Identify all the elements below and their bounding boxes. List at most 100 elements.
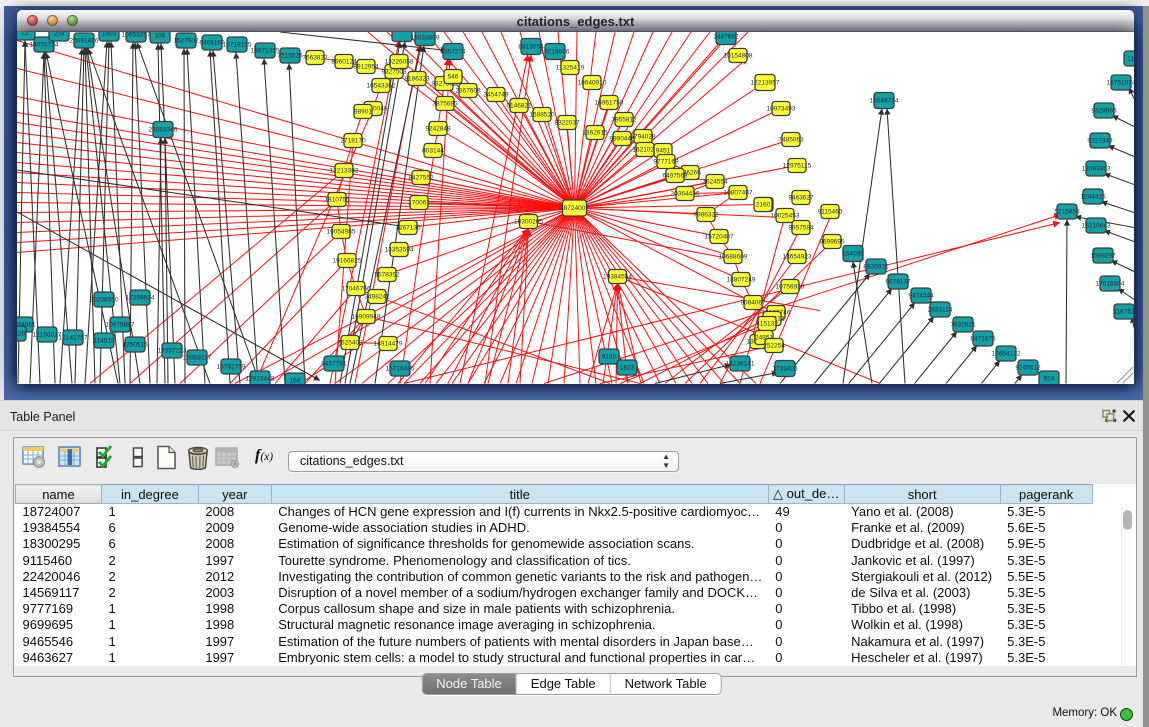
svg-text:9457791: 9457791 xyxy=(321,360,347,367)
svg-text:12142757: 12142757 xyxy=(59,334,88,341)
svg-text:8471876: 8471876 xyxy=(970,335,996,342)
svg-text:1733426: 1733426 xyxy=(772,365,798,372)
svg-text:546: 546 xyxy=(448,73,459,80)
svg-text:6794028: 6794028 xyxy=(630,133,656,140)
svg-text:10958117: 10958117 xyxy=(183,354,212,361)
svg-text:5215958: 5215958 xyxy=(1054,208,1080,215)
svg-text:12213957: 12213957 xyxy=(751,79,780,86)
svg-text:13654923: 13654923 xyxy=(783,253,812,260)
svg-text:6466160: 6466160 xyxy=(199,39,225,46)
svg-text:17957223: 17957223 xyxy=(158,347,187,354)
svg-text:1244415: 1244415 xyxy=(1080,193,1106,200)
svg-text:9957584: 9957584 xyxy=(788,224,814,231)
svg-text:170061: 170061 xyxy=(408,199,430,206)
svg-text:14136141: 14136141 xyxy=(726,360,755,367)
svg-text:9227343: 9227343 xyxy=(1087,137,1113,144)
svg-text:10975887: 10975887 xyxy=(106,321,135,328)
svg-text:16961758: 16961758 xyxy=(595,99,624,106)
svg-text:7986322: 7986322 xyxy=(693,211,719,218)
svg-text:9451: 9451 xyxy=(656,147,671,154)
svg-text:9329966: 9329966 xyxy=(1091,107,1117,114)
svg-text:19166825: 19166825 xyxy=(333,257,362,264)
svg-text:1813: 1813 xyxy=(620,364,635,371)
svg-text:8935921: 8935921 xyxy=(863,263,889,270)
svg-text:6679137: 6679137 xyxy=(885,278,911,285)
svg-text:3267130: 3267130 xyxy=(395,224,421,231)
svg-text:7357274: 7357274 xyxy=(440,48,466,55)
svg-text:12093853: 12093853 xyxy=(1082,165,1111,172)
svg-text:16543362: 16543362 xyxy=(367,82,396,89)
svg-text:12975115: 12975115 xyxy=(783,162,812,169)
svg-text:2933114: 2933114 xyxy=(928,306,953,313)
svg-text:3875685: 3875685 xyxy=(432,100,458,107)
svg-text:114519: 114519 xyxy=(93,337,115,344)
svg-text:1527602: 1527602 xyxy=(173,37,199,44)
svg-text:21: 21 xyxy=(21,32,29,37)
svg-text:10688609: 10688609 xyxy=(719,253,748,260)
svg-text:15720407: 15720407 xyxy=(705,233,734,240)
svg-text:9084067: 9084067 xyxy=(740,299,766,306)
svg-text:19218906: 19218906 xyxy=(541,48,570,55)
svg-text:106: 106 xyxy=(155,32,166,39)
svg-text:9474444: 9474444 xyxy=(908,292,934,299)
svg-text:7663822: 7663822 xyxy=(302,54,328,61)
svg-text:9146821: 9146821 xyxy=(506,102,532,109)
svg-text:20691406: 20691406 xyxy=(70,37,99,44)
svg-text:12923448: 12923448 xyxy=(246,375,275,382)
svg-text:8322037: 8322037 xyxy=(554,119,580,126)
svg-text:16671355: 16671355 xyxy=(251,47,280,54)
svg-text:2160: 2160 xyxy=(756,201,771,208)
svg-text:18300295: 18300295 xyxy=(514,218,543,225)
svg-text:10025453: 10025453 xyxy=(771,212,800,219)
svg-text:166: 166 xyxy=(290,377,301,383)
svg-text:16210643: 16210643 xyxy=(1082,222,1111,229)
svg-text:9463627: 9463627 xyxy=(788,194,814,201)
svg-text:16033809: 16033809 xyxy=(411,34,440,41)
svg-text:5578352: 5578352 xyxy=(374,271,400,278)
svg-text:12156827: 12156827 xyxy=(33,331,62,338)
svg-text:18807249: 18807249 xyxy=(727,276,756,283)
svg-text:9777169: 9777169 xyxy=(653,158,679,165)
svg-text:14914479: 14914479 xyxy=(374,340,403,347)
svg-text:2718170: 2718170 xyxy=(340,137,366,144)
svg-text:415132: 415132 xyxy=(756,320,778,327)
svg-text:8912954: 8912954 xyxy=(353,63,379,70)
svg-text:8427552: 8427552 xyxy=(408,174,434,181)
svg-text:16909948: 16909948 xyxy=(352,313,381,320)
svg-text:29053346: 29053346 xyxy=(149,126,178,133)
svg-text:39129: 39129 xyxy=(17,330,25,337)
svg-text:16782759: 16782759 xyxy=(217,363,246,370)
svg-text:164095: 164095 xyxy=(842,250,864,257)
svg-text:10973493: 10973493 xyxy=(767,105,796,112)
svg-text:803144: 803144 xyxy=(422,147,444,154)
svg-text:10719155: 10719155 xyxy=(223,41,252,48)
svg-text:7515526: 7515526 xyxy=(277,52,303,59)
svg-text:1588520: 1588520 xyxy=(529,111,555,118)
svg-text:10154808: 10154808 xyxy=(724,52,753,59)
svg-text:1112: 1112 xyxy=(1127,55,1134,62)
svg-text:116753: 116753 xyxy=(1113,308,1134,315)
svg-text:13226058: 13226058 xyxy=(385,58,414,65)
svg-text:12213382: 12213382 xyxy=(330,167,359,174)
svg-text:98901: 98901 xyxy=(354,108,372,115)
svg-text:14055714: 14055714 xyxy=(30,41,59,48)
svg-text:2367608: 2367608 xyxy=(455,87,481,94)
svg-text:10756928: 10756928 xyxy=(776,283,805,290)
svg-text:8186323: 8186323 xyxy=(404,75,430,82)
svg-text:3624554: 3624554 xyxy=(702,178,728,185)
svg-text:17046766: 17046766 xyxy=(342,285,371,292)
svg-text:10807487: 10807487 xyxy=(724,189,753,196)
svg-text:13353594: 13353594 xyxy=(385,246,414,253)
svg-text:18640910: 18640910 xyxy=(578,79,607,86)
svg-text:16648784: 16648784 xyxy=(870,97,899,104)
svg-text:3454749: 3454749 xyxy=(483,91,509,98)
svg-text:20206550: 20206550 xyxy=(90,296,119,303)
svg-text:9242848: 9242848 xyxy=(425,125,451,132)
svg-text:19384554: 19384554 xyxy=(603,273,632,280)
svg-text:7485063: 7485063 xyxy=(778,136,804,143)
svg-text:1362615: 1362615 xyxy=(582,129,608,136)
svg-text:6497568: 6497568 xyxy=(662,172,688,179)
svg-text:1810755: 1810755 xyxy=(324,196,350,203)
svg-text:9327503: 9327503 xyxy=(381,68,407,75)
svg-text:9245612: 9245612 xyxy=(1015,364,1041,371)
